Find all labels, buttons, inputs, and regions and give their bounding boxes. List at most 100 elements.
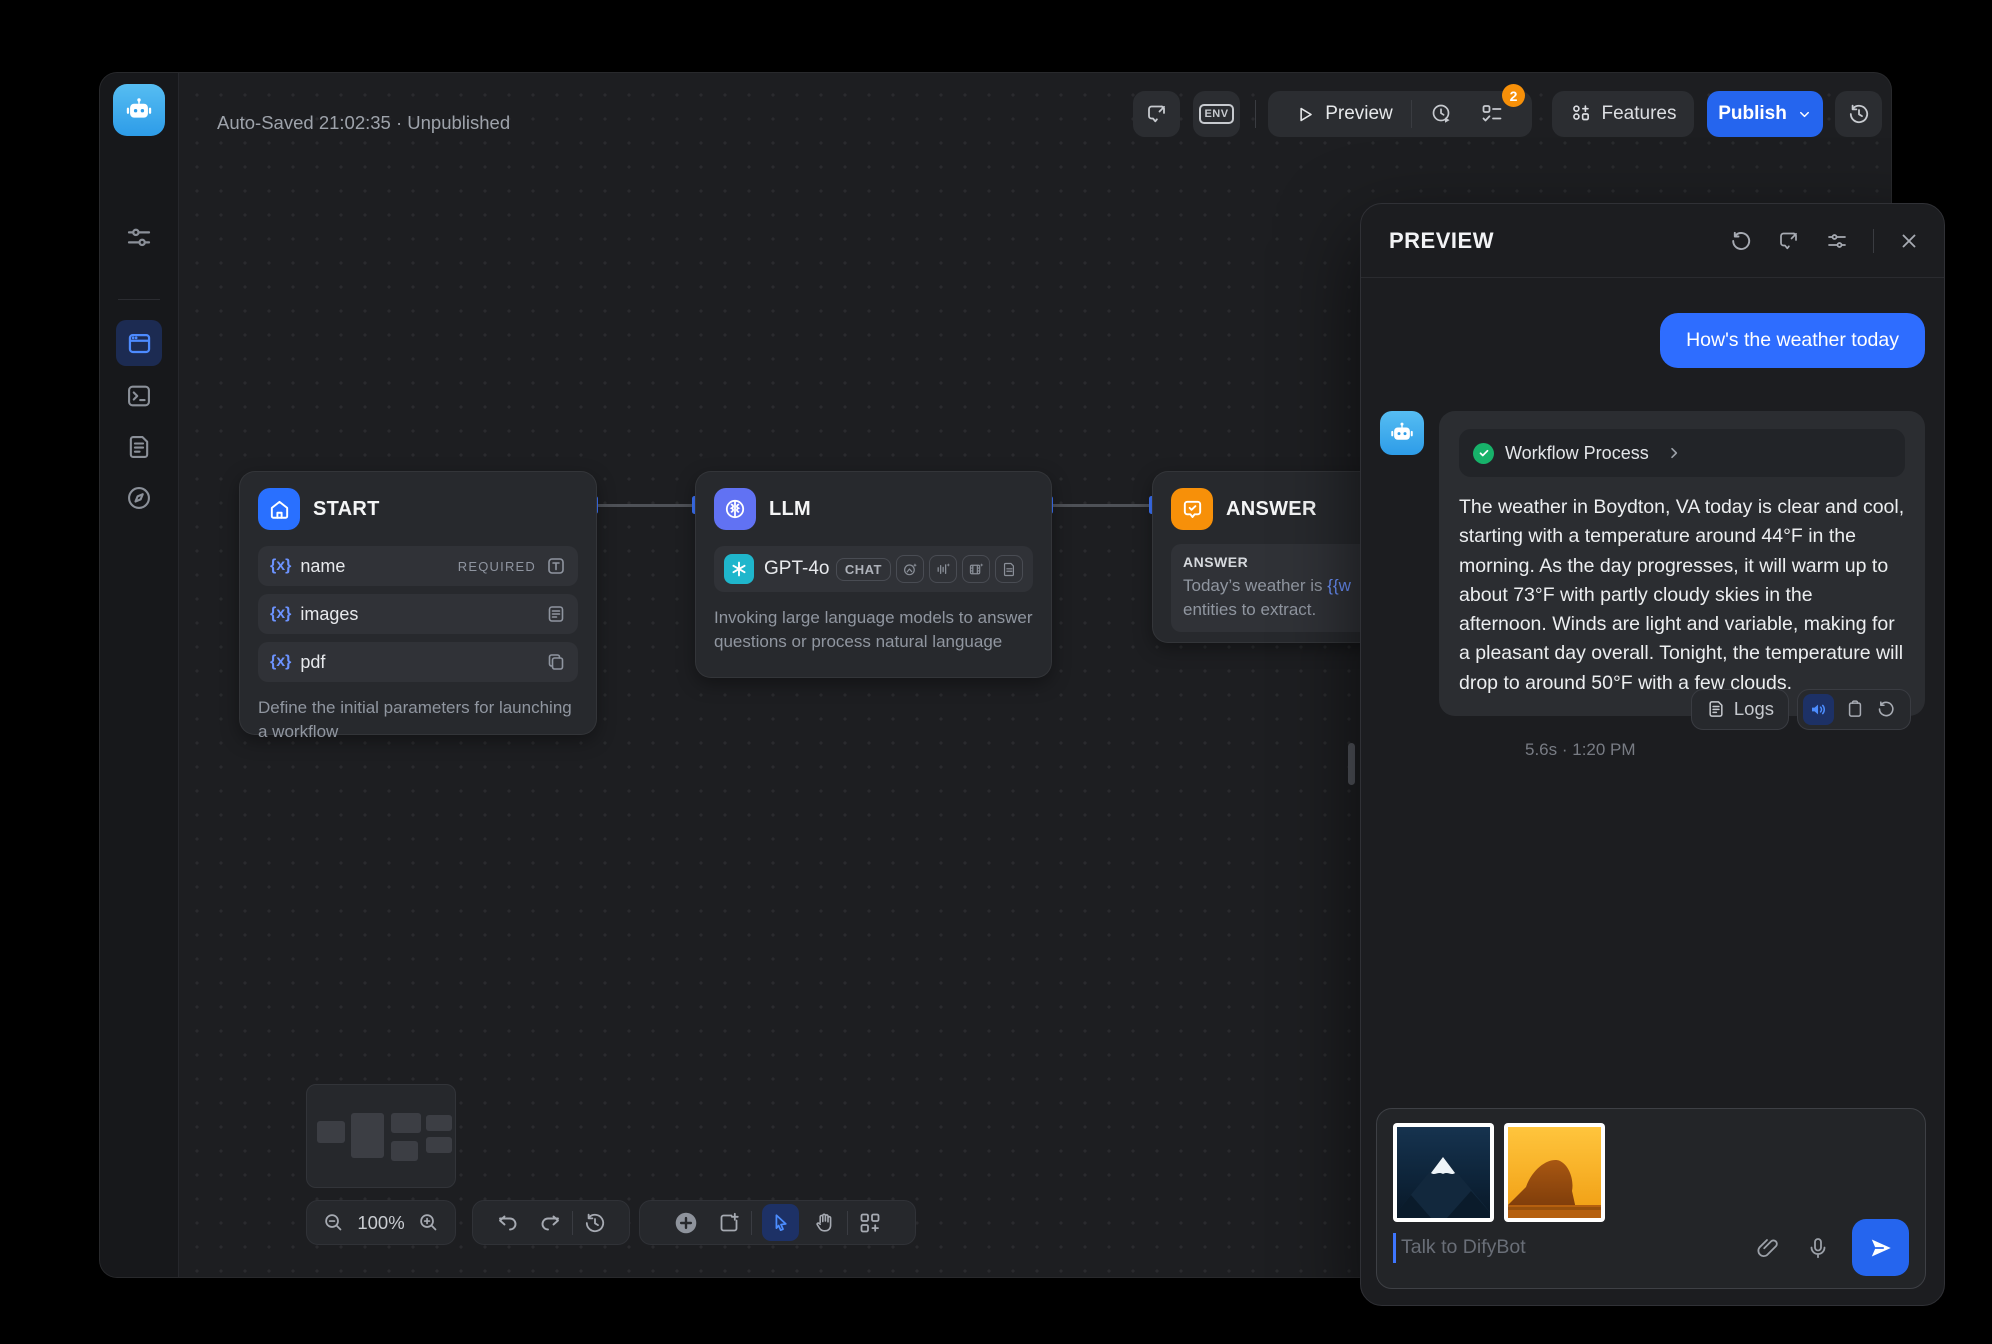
terminal-icon bbox=[125, 382, 153, 410]
pointer-tool-button[interactable] bbox=[762, 1204, 799, 1241]
text-type-icon bbox=[546, 556, 566, 576]
zoom-out-button[interactable] bbox=[322, 1211, 345, 1234]
message-tools-group bbox=[1797, 689, 1911, 730]
workflow-process-label: Workflow Process bbox=[1505, 443, 1649, 464]
sidebar-item-orchestrate[interactable] bbox=[116, 320, 162, 366]
speaker-button[interactable] bbox=[1803, 694, 1834, 725]
attachment-thumbnail-sunset[interactable] bbox=[1504, 1123, 1605, 1222]
logs-icon bbox=[1706, 699, 1726, 719]
paperclip-icon bbox=[1756, 1236, 1780, 1260]
change-history-button[interactable] bbox=[583, 1211, 607, 1235]
mountain-night-image bbox=[1397, 1127, 1490, 1218]
variable-row-pdf[interactable]: {x} pdf bbox=[258, 642, 578, 682]
publish-button[interactable]: Publish bbox=[1707, 91, 1823, 137]
chat-input[interactable] bbox=[1401, 1236, 1730, 1259]
version-history-button[interactable] bbox=[1835, 91, 1882, 137]
variable-name: pdf bbox=[300, 652, 325, 673]
node-llm[interactable]: LLM GPT-4o CHAT bbox=[695, 471, 1052, 678]
model-selector[interactable]: GPT-4o CHAT bbox=[714, 546, 1033, 592]
text-cursor bbox=[1393, 1233, 1396, 1263]
llm-brain-icon bbox=[714, 488, 756, 530]
preview-title: PREVIEW bbox=[1389, 228, 1494, 254]
run-history-button[interactable] bbox=[1430, 102, 1454, 126]
files-type-icon bbox=[546, 652, 566, 672]
sidebar-item-logs[interactable] bbox=[125, 433, 153, 461]
logs-button[interactable]: Logs bbox=[1691, 689, 1789, 730]
sidebar-divider bbox=[118, 299, 160, 300]
chat-area: How's the weather today Workflow Process bbox=[1380, 278, 1925, 1105]
variable-token: {{w bbox=[1327, 576, 1351, 595]
variable-row-images[interactable]: {x} images bbox=[258, 594, 578, 634]
minimap[interactable] bbox=[306, 1084, 456, 1188]
clipboard-icon bbox=[1845, 699, 1865, 719]
annotation-reply-button[interactable] bbox=[1777, 229, 1801, 253]
message-actions: Logs bbox=[1691, 689, 1911, 730]
canvas-scrollbar-thumb[interactable] bbox=[1348, 743, 1355, 785]
attach-file-button[interactable] bbox=[1756, 1236, 1780, 1260]
logs-document-icon bbox=[125, 433, 153, 461]
features-button[interactable]: Features bbox=[1552, 91, 1694, 137]
chat-input-box[interactable] bbox=[1376, 1108, 1926, 1289]
message-meta: 5.6s · 1:20 PM bbox=[1525, 740, 1636, 760]
home-icon bbox=[258, 488, 300, 530]
zoom-toolbar: 100% bbox=[306, 1200, 456, 1245]
env-button[interactable]: ENV bbox=[1193, 91, 1240, 137]
attachment-thumbnail-fuji[interactable] bbox=[1393, 1123, 1494, 1222]
send-icon bbox=[1868, 1235, 1894, 1261]
microphone-icon bbox=[1806, 1236, 1830, 1260]
variable-name: name bbox=[300, 556, 345, 577]
bot-message-text: The weather in Boydton, VA today is clea… bbox=[1459, 493, 1905, 698]
add-note-button[interactable] bbox=[717, 1211, 741, 1235]
document-capability-icon bbox=[995, 555, 1023, 583]
regenerate-button[interactable] bbox=[1876, 699, 1896, 719]
env-icon: ENV bbox=[1199, 104, 1233, 124]
conversation-settings-button[interactable] bbox=[1825, 229, 1849, 253]
preview-panel: PREVIEW bbox=[1360, 203, 1945, 1306]
mountain-sunset-image bbox=[1508, 1127, 1601, 1218]
hand-tool-button[interactable] bbox=[813, 1211, 837, 1235]
preview-header: PREVIEW bbox=[1361, 204, 1944, 278]
close-preview-button[interactable] bbox=[1898, 230, 1920, 252]
redo-button[interactable] bbox=[538, 1211, 562, 1235]
app-avatar[interactable] bbox=[113, 84, 165, 136]
preview-run-label: Preview bbox=[1325, 103, 1393, 125]
variable-row-name[interactable]: {x} name REQUIRED bbox=[258, 546, 578, 586]
features-label: Features bbox=[1602, 103, 1677, 125]
zoom-in-button[interactable] bbox=[417, 1211, 440, 1234]
checklist-badge: 2 bbox=[1502, 84, 1525, 107]
preview-run-button[interactable]: Preview bbox=[1296, 103, 1393, 125]
topbar-divider bbox=[1255, 100, 1256, 128]
zoom-level[interactable]: 100% bbox=[357, 1212, 404, 1234]
clock-play-icon bbox=[1430, 102, 1454, 126]
user-message-bubble: How's the weather today bbox=[1660, 313, 1925, 368]
video-capability-icon bbox=[962, 555, 990, 583]
send-button[interactable] bbox=[1852, 1219, 1909, 1276]
chat-input-row bbox=[1393, 1219, 1909, 1276]
robot-icon bbox=[122, 93, 156, 127]
settings-sliders-icon[interactable] bbox=[124, 223, 154, 253]
annotation-button[interactable] bbox=[1133, 91, 1180, 137]
required-tag: REQUIRED bbox=[458, 559, 536, 574]
logs-label: Logs bbox=[1734, 698, 1774, 720]
node-title: START bbox=[313, 498, 380, 521]
chevron-right-icon bbox=[1666, 445, 1682, 461]
model-name: GPT-4o bbox=[764, 558, 829, 580]
workflow-process-bar[interactable]: Workflow Process bbox=[1459, 429, 1905, 477]
undo-button[interactable] bbox=[496, 1211, 520, 1235]
voice-input-button[interactable] bbox=[1806, 1236, 1830, 1260]
node-start[interactable]: START {x} name REQUIRED {x} images bbox=[239, 471, 597, 735]
app-window-icon bbox=[126, 330, 153, 357]
sidebar-item-monitoring[interactable] bbox=[125, 484, 153, 512]
variable-prefix: {x} bbox=[270, 653, 291, 671]
copy-button[interactable] bbox=[1845, 699, 1865, 719]
variable-prefix: {x} bbox=[270, 557, 291, 575]
organize-blocks-button[interactable] bbox=[858, 1211, 882, 1235]
restart-conversation-button[interactable] bbox=[1729, 229, 1753, 253]
sidebar-item-terminal[interactable] bbox=[125, 382, 153, 410]
add-node-button[interactable] bbox=[673, 1210, 699, 1236]
variable-name: images bbox=[300, 604, 358, 625]
checklist-button[interactable] bbox=[1480, 102, 1504, 126]
chat-mode-badge: CHAT bbox=[836, 558, 891, 581]
regenerate-icon bbox=[1876, 699, 1896, 719]
node-title: LLM bbox=[769, 498, 811, 521]
